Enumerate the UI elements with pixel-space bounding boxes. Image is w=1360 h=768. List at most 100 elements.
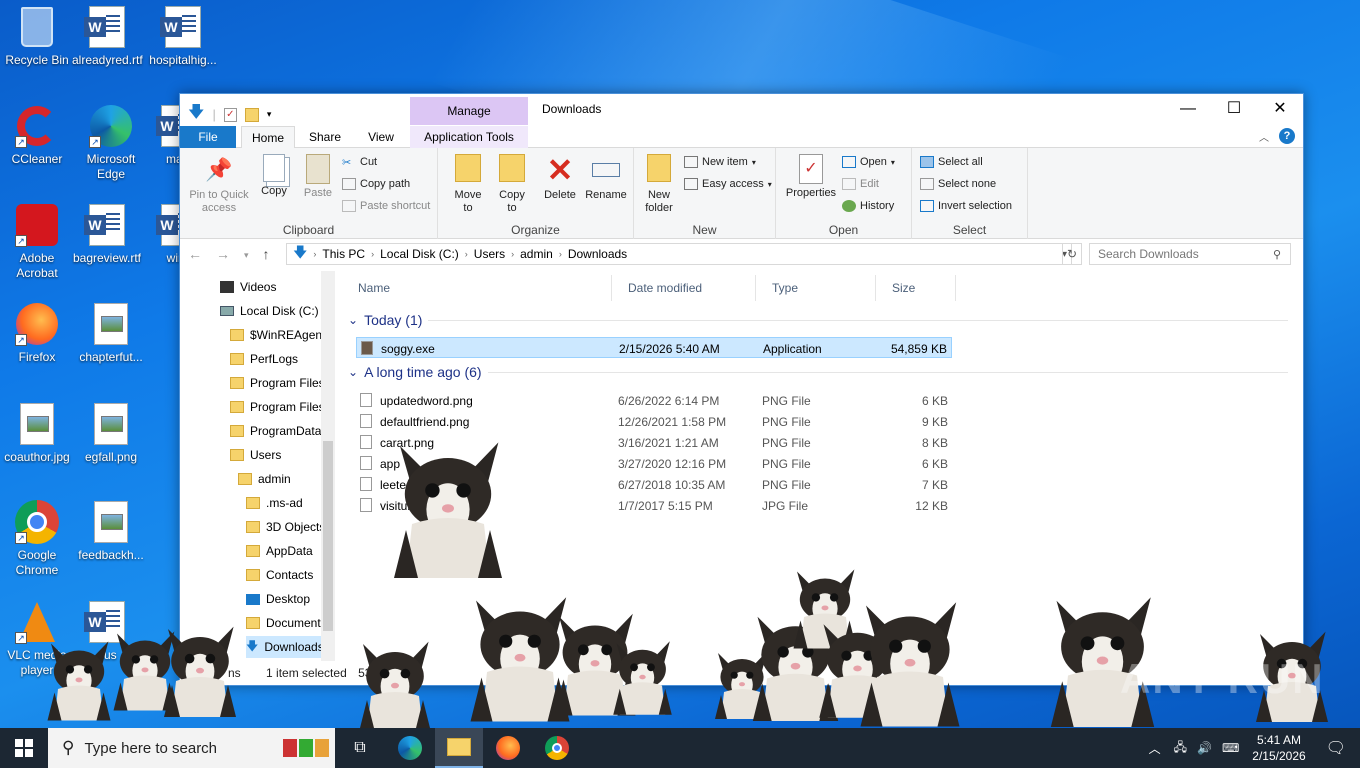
select-all-button[interactable]: Select all (920, 156, 983, 168)
taskbar-chrome-button[interactable] (533, 728, 581, 768)
collapse-chevron-icon[interactable]: ⌄ (348, 313, 358, 327)
refresh-button[interactable]: ↻ (1062, 243, 1082, 265)
desktop-icon[interactable]: ↗ Adobe Acrobat (0, 203, 74, 281)
file-group-header[interactable]: ⌄ Today (1) (348, 312, 1289, 328)
desktop-icon[interactable]: egfall.png (74, 402, 148, 465)
desktop-icon[interactable]: ↗ Microsoft Edge (74, 104, 148, 182)
up-arrow-icon[interactable]: ↑ (263, 246, 270, 264)
address-bar[interactable]: 🡇 › This PC › Local Disk (C:) › Users › admin ›… (286, 243, 1072, 265)
copy-path-button[interactable]: Copy path (342, 178, 410, 190)
desktop-icon[interactable]: coauthor.jpg (0, 402, 74, 465)
collapse-ribbon-icon[interactable]: ︿ (1259, 129, 1269, 144)
properties-button[interactable]: ✓ Properties (782, 154, 840, 200)
desktop-icon[interactable]: Walreadyred.rtf (70, 5, 144, 68)
nav-item[interactable]: 3D Objects (246, 516, 325, 538)
new-item-button[interactable]: New item ▾ (684, 156, 756, 168)
pin-to-quick-access-button[interactable]: 📌 Pin to Quick access (184, 154, 254, 215)
taskbar-firefox-button[interactable] (484, 728, 532, 768)
desktop-icon[interactable]: chapterfut... (74, 302, 148, 365)
nav-item[interactable]: Program Files (230, 396, 325, 418)
manage-contextual-tab[interactable]: Manage (410, 97, 528, 125)
invert-selection-button[interactable]: Invert selection (920, 200, 1012, 212)
open-button[interactable]: Open ▾ (842, 156, 895, 168)
desktop-icon[interactable]: Wbagreview.rtf (70, 203, 144, 266)
move-to-button[interactable]: Move to (448, 154, 488, 215)
nav-item[interactable]: ProgramData (230, 420, 321, 442)
clock[interactable]: 5:41 AM 2/15/2026 (1252, 732, 1305, 764)
desktop-icon[interactable]: ↗ CCleaner (0, 104, 74, 167)
ime-icon[interactable]: ⌨ (1222, 741, 1239, 755)
taskbar-search-box[interactable]: ⚲ Type here to search (48, 728, 335, 768)
help-icon[interactable]: ? (1279, 128, 1295, 144)
qat-dropdown-icon[interactable]: ▾ (267, 109, 272, 120)
column-header-type[interactable]: Type (756, 275, 876, 301)
paste-shortcut-button[interactable]: Paste shortcut (342, 200, 430, 212)
breadcrumb-chevron-icon[interactable]: › (511, 249, 514, 259)
collapse-chevron-icon[interactable]: ⌄ (348, 365, 358, 379)
close-button[interactable]: ✕ (1257, 94, 1303, 124)
history-button[interactable]: History (842, 200, 894, 212)
minimize-button[interactable]: — (1165, 94, 1211, 124)
nav-item[interactable]: admin (238, 468, 291, 490)
maximize-button[interactable]: ☐ (1211, 94, 1257, 124)
desktop-icon[interactable]: ↗ Google Chrome (0, 500, 74, 578)
nav-item[interactable]: $WinREAgent (230, 324, 325, 346)
properties-check-icon[interactable]: ✓ (223, 107, 237, 122)
taskbar-edge-button[interactable] (386, 728, 434, 768)
column-header-name[interactable]: Name (342, 275, 612, 301)
nav-item[interactable]: Program Files (230, 372, 325, 394)
file-row[interactable]: soggy.exe 2/15/2026 5:40 AM Application 54,… (356, 337, 952, 358)
start-button[interactable] (0, 728, 48, 768)
task-view-button[interactable]: ⧉ (336, 728, 384, 768)
rename-button[interactable]: Rename (584, 154, 628, 202)
nav-item[interactable]: Documents (246, 612, 327, 634)
tab-file[interactable]: File (180, 126, 236, 148)
copy-to-button[interactable]: Copy to (492, 154, 532, 215)
nav-item[interactable]: PerfLogs (230, 348, 298, 370)
desktop-icon[interactable]: feedbackh... (74, 500, 148, 563)
show-hidden-icons-icon[interactable]: ︿ (1149, 740, 1161, 757)
nav-item[interactable]: Videos (220, 276, 276, 298)
column-header-date-modified[interactable]: Date modified (612, 275, 756, 301)
file-group-header[interactable]: ⌄ A long time ago (6) (348, 364, 1288, 380)
back-arrow-icon[interactable]: ← (188, 246, 202, 264)
file-row[interactable]: defaultfriend.png 12/26/2021 1:58 PM PNG F… (356, 411, 952, 432)
breadcrumb-item[interactable]: Downloads (568, 247, 627, 261)
nav-item[interactable]: Contacts (246, 564, 313, 586)
nav-item[interactable]: Local Disk (C:) (220, 300, 319, 322)
breadcrumb-chevron-icon[interactable]: › (465, 249, 468, 259)
breadcrumb-item[interactable]: Local Disk (C:) (380, 247, 459, 261)
nav-item[interactable]: Desktop (246, 588, 310, 610)
delete-button[interactable]: ✕ Delete (540, 154, 580, 202)
forward-arrow-icon[interactable]: → (216, 246, 230, 264)
nav-item[interactable]: AppData (246, 540, 313, 562)
breadcrumb-chevron-icon[interactable]: › (371, 249, 374, 259)
copy-button[interactable]: Copy (258, 154, 290, 198)
desktop-icon[interactable]: ↗ Firefox (0, 302, 74, 365)
taskbar-file-explorer-button[interactable] (435, 728, 483, 768)
breadcrumb-chevron-icon[interactable]: › (559, 249, 562, 259)
column-header-size[interactable]: Size (876, 275, 956, 301)
file-row[interactable]: updatedword.png 6/26/2022 6:14 PM PNG File… (356, 390, 952, 411)
network-icon[interactable]: 🖧 (1174, 738, 1187, 759)
desktop-icon[interactable]: Whospitalhig... (146, 5, 220, 68)
tab-home[interactable]: Home (241, 126, 295, 148)
recent-locations-icon[interactable]: ▾ (244, 246, 249, 264)
breadcrumb-item[interactable]: admin (520, 247, 553, 261)
tab-application-tools[interactable]: Application Tools (410, 126, 528, 148)
breadcrumb-item[interactable]: Users (474, 247, 505, 261)
down-arrow-icon[interactable]: 🡇 (188, 101, 204, 128)
scrollbar-thumb[interactable] (323, 441, 333, 631)
volume-icon[interactable]: 🔊 (1197, 741, 1212, 755)
edit-button[interactable]: Edit (842, 178, 879, 190)
search-input[interactable]: Search Downloads (1089, 243, 1291, 265)
breadcrumb-item[interactable]: This PC (322, 247, 365, 261)
new-folder-icon[interactable] (244, 107, 259, 122)
notifications-icon[interactable]: 🗨 (1326, 738, 1346, 758)
cut-button[interactable]: ✂ Cut (342, 156, 377, 169)
tab-view[interactable]: View (360, 126, 402, 148)
title-bar[interactable]: 🡇 | ✓ ▾ Manage Downloads — ☐ ✕ (180, 94, 1303, 126)
nav-item[interactable]: .ms-ad (246, 492, 303, 514)
tab-share[interactable]: Share (300, 126, 350, 148)
navigation-scrollbar[interactable] (321, 271, 335, 661)
